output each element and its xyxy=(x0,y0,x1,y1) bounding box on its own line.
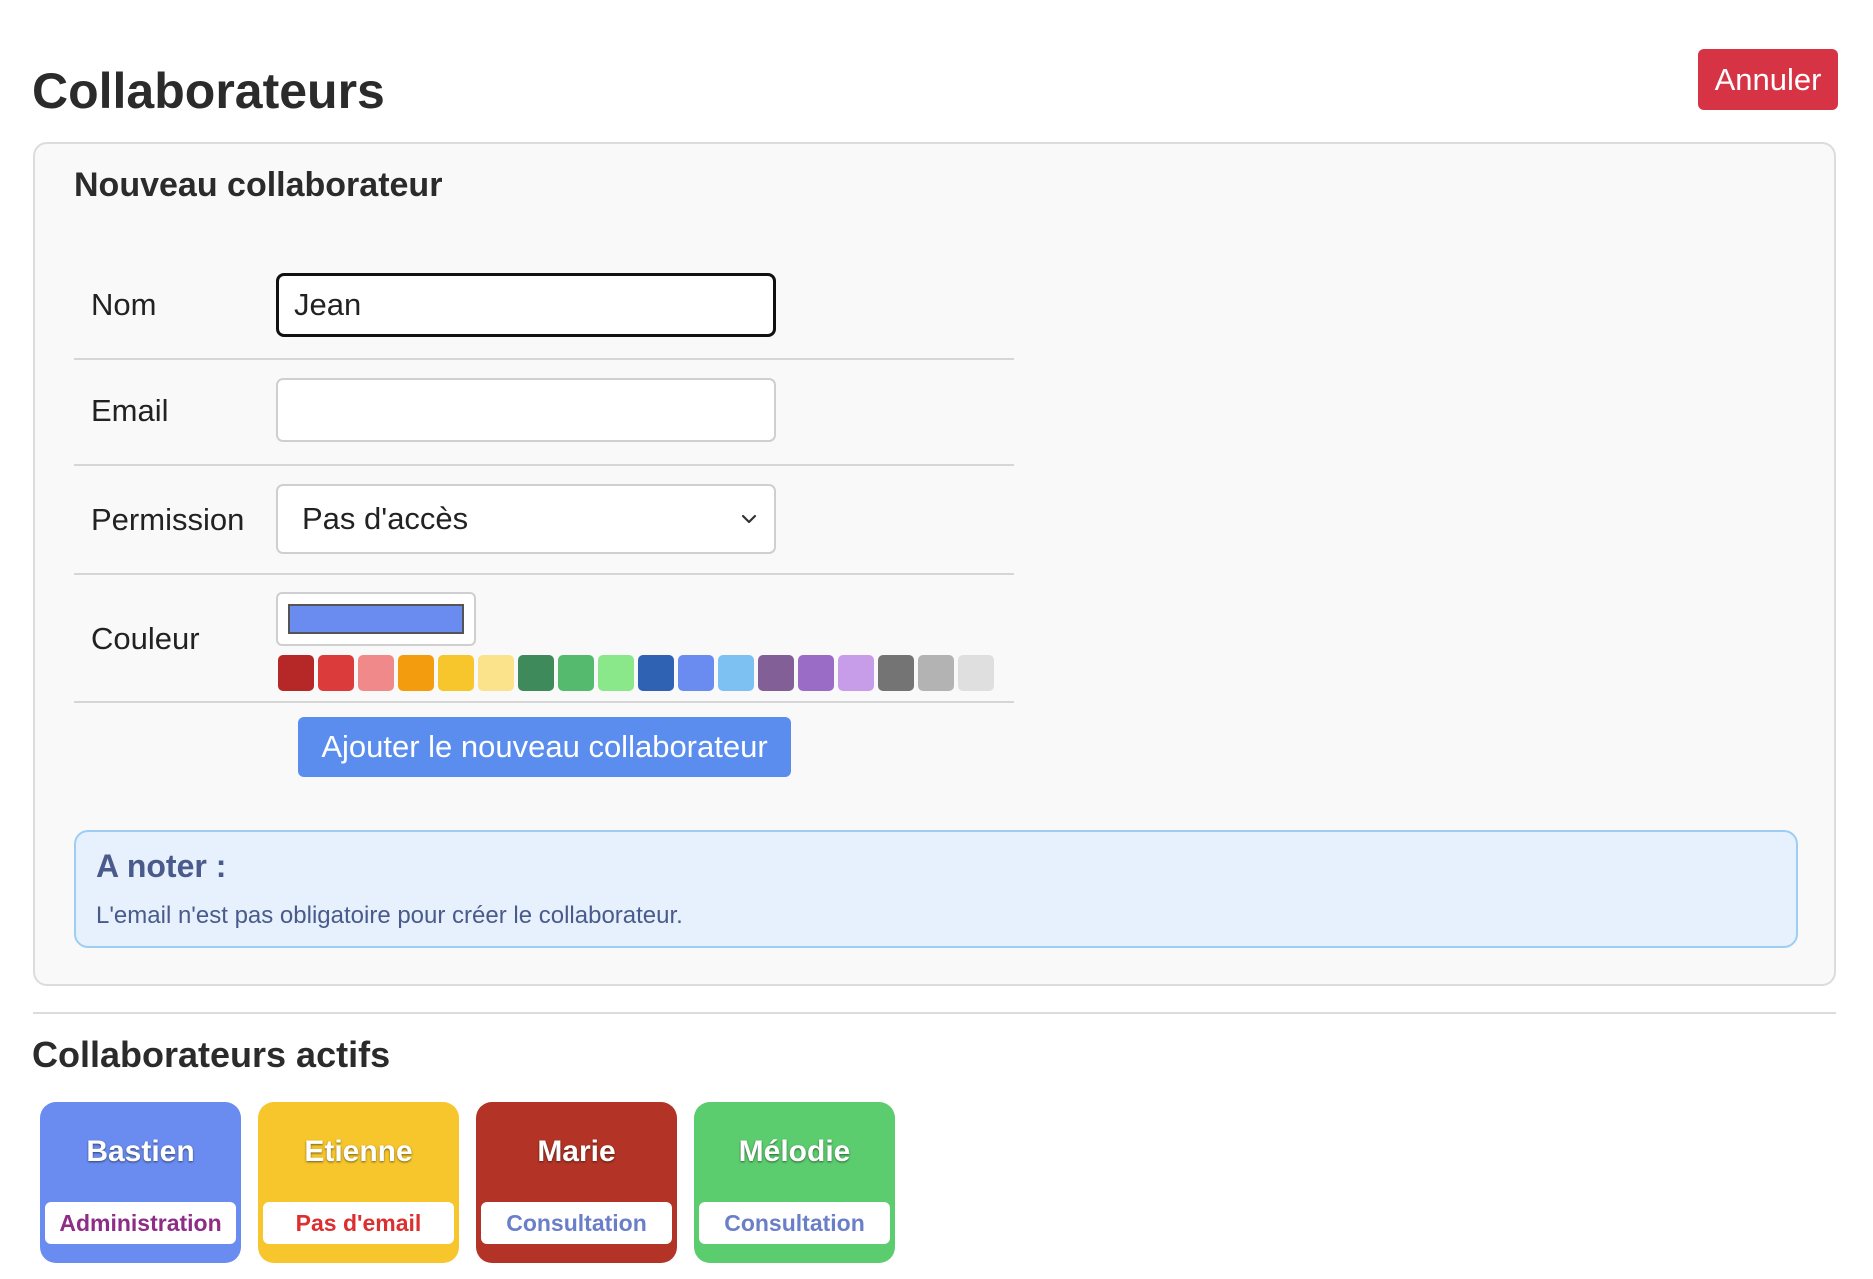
color-swatch[interactable] xyxy=(718,655,754,691)
color-swatch[interactable] xyxy=(518,655,554,691)
color-swatch[interactable] xyxy=(558,655,594,691)
collaborator-name: Bastien xyxy=(86,1135,195,1168)
collaborator-card[interactable]: Bastien Administration xyxy=(40,1102,241,1263)
permission-badge: Administration xyxy=(45,1202,236,1244)
color-picker-input[interactable] xyxy=(276,592,476,646)
collaborator-card[interactable]: Etienne Pas d'email xyxy=(258,1102,459,1263)
color-swatch[interactable] xyxy=(598,655,634,691)
page-title: Collaborateurs xyxy=(32,63,385,119)
permission-select-value: Pas d'accès xyxy=(302,501,469,536)
collaborator-name: Marie xyxy=(537,1135,616,1168)
color-swatch[interactable] xyxy=(798,655,834,691)
permission-badge: Pas d'email xyxy=(263,1202,454,1244)
color-swatch[interactable] xyxy=(278,655,314,691)
permission-badge: Consultation xyxy=(699,1202,890,1244)
permission-badge: Consultation xyxy=(481,1202,672,1244)
selected-color-preview xyxy=(288,604,464,634)
cancel-button[interactable]: Annuler xyxy=(1698,49,1838,110)
color-palette xyxy=(278,655,994,691)
color-swatch[interactable] xyxy=(358,655,394,691)
color-swatch[interactable] xyxy=(678,655,714,691)
color-swatch[interactable] xyxy=(478,655,514,691)
permission-label: Permission xyxy=(91,502,245,537)
info-alert-text: L'email n'est pas obligatoire pour créer… xyxy=(96,902,683,929)
active-collaborators-title: Collaborateurs actifs xyxy=(32,1034,391,1075)
color-swatch[interactable] xyxy=(838,655,874,691)
color-swatch[interactable] xyxy=(878,655,914,691)
color-swatch[interactable] xyxy=(958,655,994,691)
name-label: Nom xyxy=(91,287,157,322)
collaborator-name: Etienne xyxy=(304,1135,413,1168)
color-label: Couleur xyxy=(91,621,200,656)
chevron-down-icon xyxy=(741,514,757,524)
add-collaborator-button[interactable]: Ajouter le nouveau collaborateur xyxy=(298,717,791,777)
color-swatch[interactable] xyxy=(638,655,674,691)
info-alert xyxy=(74,830,1798,948)
name-input[interactable] xyxy=(276,273,776,337)
color-swatch[interactable] xyxy=(398,655,434,691)
collaborator-card[interactable]: Mélodie Consultation xyxy=(694,1102,895,1263)
section-divider xyxy=(33,1012,1836,1014)
color-swatch[interactable] xyxy=(318,655,354,691)
email-input[interactable] xyxy=(276,378,776,442)
color-swatch[interactable] xyxy=(918,655,954,691)
permission-select[interactable]: Pas d'accès xyxy=(276,484,776,554)
info-alert-title: A noter : xyxy=(96,848,227,884)
color-swatch[interactable] xyxy=(758,655,794,691)
email-label: Email xyxy=(91,393,169,428)
collaborator-card[interactable]: Marie Consultation xyxy=(476,1102,677,1263)
page: Collaborateurs Annuler Nouveau collabora… xyxy=(0,0,1873,1279)
collaborator-name: Mélodie xyxy=(738,1135,851,1168)
panel-title: Nouveau collaborateur xyxy=(74,166,443,204)
color-swatch[interactable] xyxy=(438,655,474,691)
